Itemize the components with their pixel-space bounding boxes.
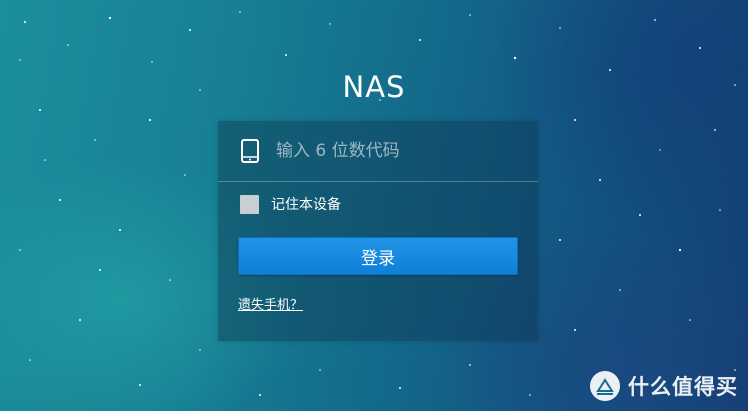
- phone-icon: [241, 139, 259, 163]
- remember-device-label: 记住本设备: [271, 197, 341, 213]
- watermark-text: 什么值得买: [628, 375, 738, 399]
- smzdm-logo-icon: [590, 371, 620, 401]
- verification-code-input[interactable]: [276, 135, 516, 167]
- login-screen: NAS 记住本设备 登录 遗失手机？ 什么值得买: [0, 0, 748, 411]
- login-button[interactable]: 登录: [238, 237, 518, 275]
- remember-device-checkbox-row[interactable]: 记住本设备: [240, 194, 341, 214]
- remember-device-checkbox[interactable]: [240, 194, 259, 214]
- app-title: NAS: [342, 70, 406, 104]
- login-panel: 记住本设备 登录 遗失手机？: [218, 121, 538, 341]
- lost-phone-link[interactable]: 遗失手机？: [238, 294, 303, 313]
- code-field-row: [218, 121, 538, 182]
- watermark: 什么值得买: [590, 371, 738, 401]
